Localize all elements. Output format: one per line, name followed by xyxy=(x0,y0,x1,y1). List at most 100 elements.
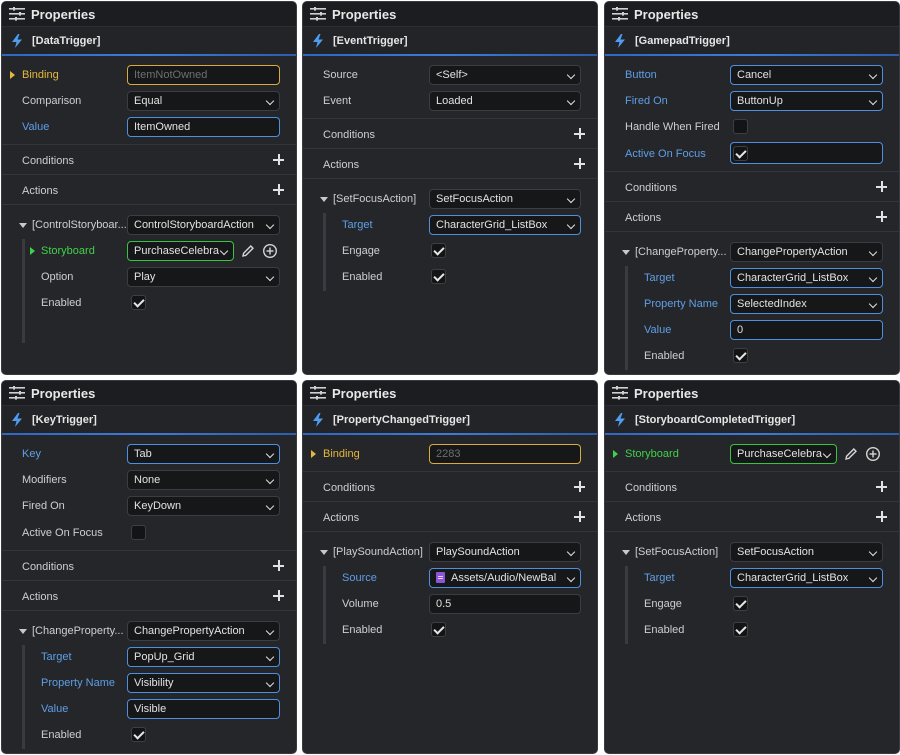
action-name: [SetFocusAction] xyxy=(333,193,417,205)
binding-input[interactable]: ItemNotOwned xyxy=(127,65,280,85)
actions-label: Actions xyxy=(323,159,360,171)
option-dropdown[interactable]: Play xyxy=(127,267,280,287)
add-condition-plus-icon[interactable] xyxy=(273,154,284,165)
target-dropdown[interactable]: PopUp_Grid xyxy=(127,647,280,667)
active-on-focus-checkbox[interactable] xyxy=(131,525,146,540)
target-label: Target xyxy=(41,651,72,663)
expand-arrow-icon[interactable] xyxy=(613,450,618,458)
comparison-dropdown[interactable]: Equal xyxy=(127,91,280,111)
option-label: Option xyxy=(41,271,74,283)
add-circle-icon[interactable] xyxy=(865,446,881,462)
expand-arrow-icon[interactable] xyxy=(30,247,35,255)
value-input[interactable]: ItemOwned xyxy=(127,117,280,137)
add-circle-icon[interactable] xyxy=(262,243,278,259)
fired-on-dropdown[interactable]: ButtonUp xyxy=(730,91,883,111)
storyboard-dropdown[interactable]: PurchaseCelebra xyxy=(127,241,234,261)
trigger-header[interactable]: [DataTrigger] xyxy=(2,27,296,56)
action-name: [ChangeProperty... xyxy=(32,625,124,637)
trigger-header[interactable]: [PropertyChangedTrigger] xyxy=(303,406,597,435)
add-action-plus-icon[interactable] xyxy=(574,511,585,522)
value-input[interactable]: 0 xyxy=(730,320,883,340)
add-action-plus-icon[interactable] xyxy=(273,590,284,601)
collapse-arrow-icon[interactable] xyxy=(320,550,328,555)
value-input[interactable]: Visible xyxy=(127,699,280,719)
properties-panel-data-trigger: Properties [DataTrigger] Binding ItemNot… xyxy=(1,1,297,375)
conditions-label: Conditions xyxy=(22,561,74,573)
collapse-arrow-icon[interactable] xyxy=(622,550,630,555)
event-dropdown[interactable]: Loaded xyxy=(429,91,581,111)
divider xyxy=(303,501,597,502)
active-on-focus-checkbox[interactable] xyxy=(733,146,748,161)
handle-when-fired-checkbox[interactable] xyxy=(733,119,748,134)
add-action-plus-icon[interactable] xyxy=(574,158,585,169)
active-on-focus-box[interactable] xyxy=(730,142,883,164)
trigger-header[interactable]: [KeyTrigger] xyxy=(2,406,296,435)
add-action-plus-icon[interactable] xyxy=(876,211,887,222)
key-dropdown[interactable]: Tab xyxy=(127,444,280,464)
add-condition-plus-icon[interactable] xyxy=(574,128,585,139)
action-type-dropdown[interactable]: ChangePropertyAction xyxy=(730,242,883,262)
add-action-plus-icon[interactable] xyxy=(876,511,887,522)
add-condition-plus-icon[interactable] xyxy=(876,481,887,492)
actions-row: Actions xyxy=(605,506,899,532)
source-dropdown[interactable]: <Self> xyxy=(429,65,581,85)
add-action-plus-icon[interactable] xyxy=(273,184,284,195)
event-label: Event xyxy=(323,95,352,107)
properties-panel-key-trigger: Properties [KeyTrigger] Key Tab Modifier… xyxy=(1,380,297,754)
trigger-header[interactable]: [GamepadTrigger] xyxy=(605,27,899,56)
panel-titlebar: Properties xyxy=(2,381,296,406)
trigger-header[interactable]: [EventTrigger] xyxy=(303,27,597,56)
collapse-arrow-icon[interactable] xyxy=(19,629,27,634)
action-type-dropdown[interactable]: ControlStoryboardAction xyxy=(127,215,280,235)
lightning-icon xyxy=(614,413,626,427)
property-name-dropdown[interactable]: SelectedIndex xyxy=(730,294,883,314)
add-condition-plus-icon[interactable] xyxy=(574,481,585,492)
button-row: Button Cancel xyxy=(605,63,899,89)
enabled-checkbox[interactable] xyxy=(131,295,146,310)
button-dropdown[interactable]: Cancel xyxy=(730,65,883,85)
edit-pencil-icon[interactable] xyxy=(240,243,256,259)
expand-arrow-icon[interactable] xyxy=(311,450,316,458)
actions-label: Actions xyxy=(22,591,59,603)
expand-arrow-icon[interactable] xyxy=(10,71,15,79)
target-dropdown[interactable]: CharacterGrid_ListBox xyxy=(730,268,883,288)
enabled-checkbox[interactable] xyxy=(131,727,146,742)
engage-checkbox[interactable] xyxy=(733,596,748,611)
trigger-name: [GamepadTrigger] xyxy=(635,34,730,47)
add-condition-plus-icon[interactable] xyxy=(876,181,887,192)
action-type-dropdown[interactable]: ChangePropertyAction xyxy=(127,621,280,641)
action-row: [PlaySoundAction] PlaySoundAction xyxy=(303,540,597,566)
trigger-header[interactable]: [StoryboardCompletedTrigger] xyxy=(605,406,899,435)
collapse-arrow-icon[interactable] xyxy=(320,197,328,202)
property-name-row: Property Name SelectedIndex xyxy=(605,292,899,318)
action-type-dropdown[interactable]: SetFocusAction xyxy=(429,189,581,209)
panel-titlebar: Properties xyxy=(605,381,899,406)
edit-pencil-icon[interactable] xyxy=(843,446,859,462)
collapse-arrow-icon[interactable] xyxy=(622,250,630,255)
property-name-dropdown[interactable]: Visibility xyxy=(127,673,280,693)
target-dropdown[interactable]: CharacterGrid_ListBox xyxy=(429,215,581,235)
actions-row: Actions xyxy=(605,206,899,232)
modifiers-dropdown[interactable]: None xyxy=(127,470,280,490)
target-dropdown[interactable]: CharacterGrid_ListBox xyxy=(730,568,883,588)
action-type-dropdown[interactable]: PlaySoundAction xyxy=(429,542,581,562)
enabled-checkbox[interactable] xyxy=(733,622,748,637)
enabled-checkbox[interactable] xyxy=(431,269,446,284)
collapse-arrow-icon[interactable] xyxy=(19,223,27,228)
panel-title: Properties xyxy=(332,385,397,401)
fired-on-dropdown[interactable]: KeyDown xyxy=(127,496,280,516)
engage-checkbox[interactable] xyxy=(431,243,446,258)
trigger-name: [DataTrigger] xyxy=(32,34,101,47)
engage-label: Engage xyxy=(644,598,682,610)
action-type-dropdown[interactable]: SetFocusAction xyxy=(730,542,883,562)
enabled-checkbox[interactable] xyxy=(431,622,446,637)
source-dropdown[interactable]: Assets/Audio/NewBal xyxy=(429,568,581,588)
engage-row: Engage xyxy=(303,239,597,265)
binding-input[interactable]: 2283 xyxy=(429,444,581,464)
storyboard-dropdown[interactable]: PurchaseCelebra xyxy=(730,444,837,464)
add-condition-plus-icon[interactable] xyxy=(273,560,284,571)
volume-input[interactable]: 0.5 xyxy=(429,594,581,614)
engage-row: Engage xyxy=(605,592,899,618)
enabled-checkbox[interactable] xyxy=(733,348,748,363)
conditions-label: Conditions xyxy=(323,129,375,141)
